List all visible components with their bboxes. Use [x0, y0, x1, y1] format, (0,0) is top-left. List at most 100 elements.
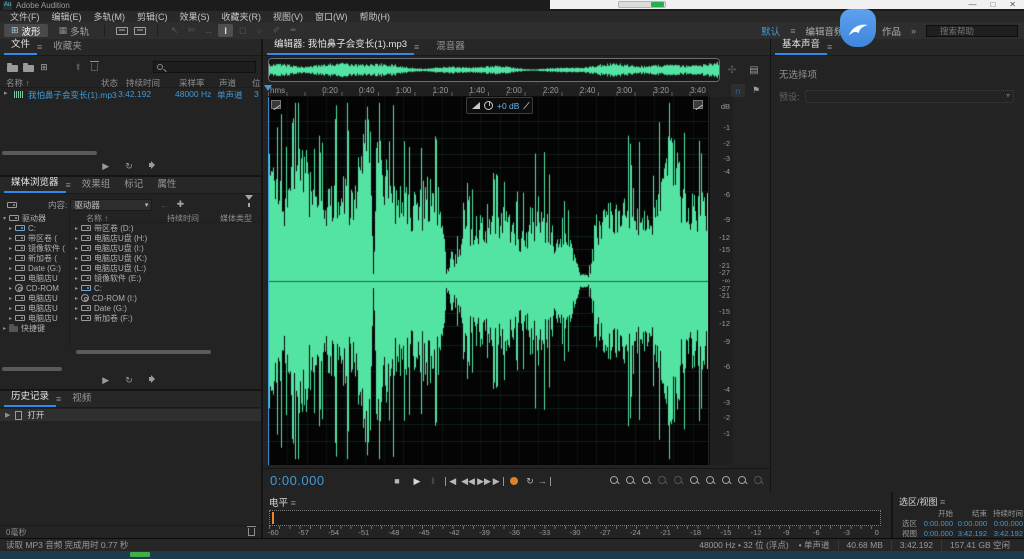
play-preview-icon[interactable]: ▶ — [102, 375, 109, 386]
expand-caret-icon[interactable]: ▸ — [75, 255, 78, 262]
time-display[interactable]: 0:00.000 — [270, 473, 325, 488]
auto-play-speaker-icon[interactable] — [148, 161, 159, 169]
expand-caret-icon[interactable]: ▸ — [75, 285, 78, 292]
tab-editor[interactable]: 编辑器: 我怕鼻子会变长(1).mp3 — [267, 34, 415, 55]
zoom-reset-icon[interactable] — [673, 475, 684, 486]
time-value[interactable]: 0:00.000 — [953, 519, 987, 528]
panel-menu-icon[interactable]: ≡ — [56, 392, 65, 407]
marker-pin-icon[interactable]: ⚑ — [750, 84, 762, 97]
skip-selection-button[interactable]: →❘ — [537, 474, 555, 488]
time-value[interactable]: 0:00.000 — [919, 519, 953, 528]
expand-caret-icon[interactable]: ▸ — [75, 245, 78, 252]
time-value[interactable]: 3:42.192 — [953, 529, 987, 538]
expand-caret-icon[interactable]: ▸ — [9, 285, 12, 292]
tab-favorites[interactable]: 收藏夹 — [46, 36, 89, 55]
back-arrow-icon[interactable]: ← — [156, 199, 172, 211]
auto-play-speaker-icon[interactable] — [148, 375, 159, 383]
show-waveform-icon[interactable] — [134, 26, 147, 35]
horizontal-scrollbar[interactable] — [2, 151, 97, 155]
list-item[interactable]: ▸ 新加卷 (F:) — [72, 313, 261, 323]
expand-caret-icon[interactable]: ▸ — [9, 235, 12, 242]
help-search-input[interactable] — [926, 24, 1018, 37]
expand-caret-icon[interactable]: ▸ — [75, 225, 78, 232]
move-tool-icon[interactable]: ↖ — [167, 24, 182, 37]
snap-magnet-icon[interactable]: ∩ — [731, 84, 745, 97]
panel-menu-icon[interactable]: ≡ — [827, 40, 836, 55]
windows-taskbar[interactable] — [0, 551, 1024, 559]
tab-properties[interactable]: 属性 — [150, 174, 183, 193]
zoom-out-time-icon[interactable] — [657, 475, 668, 486]
lasso-selection-tool-icon[interactable]: ○ — [252, 24, 267, 37]
preset-dropdown[interactable] — [804, 90, 1014, 103]
hud-pin-icon[interactable] — [523, 101, 531, 110]
skip-to-start-button[interactable]: ❘◀ — [440, 474, 458, 488]
tree-item[interactable]: ▸ CD-ROM — [0, 283, 69, 293]
trash-icon[interactable] — [247, 526, 256, 536]
list-item[interactable]: ▸ Date (G:) — [72, 303, 261, 313]
files-search-box[interactable] — [153, 61, 256, 73]
tab-files[interactable]: 文件 — [4, 34, 38, 55]
list-item[interactable]: ▸ 电脑店U盘 (L:) — [72, 263, 261, 273]
insert-to-multitrack-icon[interactable]: ⬆ — [70, 61, 86, 73]
volume-hud[interactable]: +0 dB — [466, 97, 534, 114]
list-item[interactable]: ▸ C: — [72, 283, 261, 293]
level-meter[interactable] — [269, 510, 881, 526]
playhead-marker-icon[interactable] — [264, 85, 272, 91]
overlay-bird-icon[interactable] — [840, 9, 876, 47]
edit-range-grip-left-icon[interactable] — [271, 100, 281, 109]
maximize-button[interactable]: □ — [990, 0, 995, 9]
waveform-canvas[interactable] — [268, 97, 708, 465]
loop-preview-icon[interactable]: ↻ — [125, 161, 133, 172]
filter-funnel-icon[interactable] — [245, 194, 253, 210]
panel-menu-icon[interactable]: ≡ — [291, 496, 300, 511]
stop-button[interactable]: ■ — [388, 474, 406, 488]
zoom-selection-left-icon[interactable] — [689, 475, 700, 486]
zoom-in-time-icon[interactable] — [641, 475, 652, 486]
tree-item[interactable]: ▸ 镜像软件 ( — [0, 243, 69, 253]
device-icon[interactable] — [4, 199, 20, 211]
list-item[interactable]: ▸ 电脑店U盘 (I:) — [72, 243, 261, 253]
file-row[interactable]: ▸ 我怕鼻子会变长(1).mp3 3:42.192 48000 Hz 单声道 3 — [0, 89, 261, 101]
panel-menu-icon[interactable]: ≡ — [37, 40, 46, 55]
history-entry-open[interactable]: ▶ 打开 — [0, 409, 261, 421]
zoom-out-amplitude-icon[interactable] — [625, 475, 636, 486]
import-files-icon[interactable] — [20, 61, 36, 73]
tree-root-row[interactable]: ▾ 驱动器 — [0, 213, 69, 223]
tab-history[interactable]: 历史记录 — [4, 386, 57, 407]
tab-markers[interactable]: 标记 — [117, 174, 150, 193]
expand-caret-icon[interactable]: ▸ — [9, 295, 12, 302]
tab-effects-rack[interactable]: 效果组 — [75, 174, 118, 193]
tree-item[interactable]: ▸ 带区卷 ( — [0, 233, 69, 243]
horizontal-scrollbar[interactable] — [76, 350, 211, 354]
expand-caret-icon[interactable]: ▸ — [9, 265, 12, 272]
zoom-selection-right-icon[interactable] — [705, 475, 716, 486]
tab-mixer[interactable]: 混音器 — [429, 36, 472, 55]
minimize-button[interactable]: — — [968, 0, 976, 9]
edit-range-grip-right-icon[interactable] — [693, 100, 703, 109]
panel-menu-icon[interactable]: ≡ — [66, 178, 75, 193]
razor-tool-icon[interactable]: ✄ — [184, 24, 199, 37]
tab-essential-sound[interactable]: 基本声音 — [775, 34, 828, 55]
list-item[interactable]: ▸ 带区卷 (D:) — [72, 223, 261, 233]
tree-item[interactable]: ▸ 电脑店U — [0, 313, 69, 323]
list-item[interactable]: ▸ 电脑店U盘 (K:) — [72, 253, 261, 263]
tree-item[interactable]: ▸ 电脑店U — [0, 303, 69, 313]
expand-caret-icon[interactable]: ▸ — [75, 305, 78, 312]
expand-caret-icon[interactable]: ▸ — [75, 265, 78, 272]
zoom-full-icon[interactable] — [753, 475, 764, 486]
waveform-display[interactable] — [268, 97, 708, 465]
play-preview-icon[interactable]: ▶ — [102, 161, 109, 172]
time-value[interactable]: 0:00.000 — [987, 519, 1023, 528]
tree-shortcuts-row[interactable]: ▸ 快捷键 — [0, 323, 69, 333]
workspace-overflow-chevron[interactable]: » — [911, 26, 916, 36]
tab-media-browser[interactable]: 媒体浏览器 — [4, 172, 66, 193]
time-value[interactable]: 3:42.192 — [987, 529, 1023, 538]
horizontal-scrollbar[interactable] — [2, 367, 62, 371]
open-file-icon[interactable] — [4, 61, 20, 73]
waveform-overview[interactable] — [268, 58, 720, 82]
volume-value[interactable]: +0 dB — [497, 101, 519, 111]
expand-caret-icon[interactable]: ▾ — [3, 215, 6, 222]
file-name[interactable]: 我怕鼻子会变长(1).mp3 — [28, 89, 117, 101]
expand-caret-icon[interactable]: ▸ — [75, 235, 78, 242]
volume-knob-icon[interactable] — [484, 101, 493, 110]
